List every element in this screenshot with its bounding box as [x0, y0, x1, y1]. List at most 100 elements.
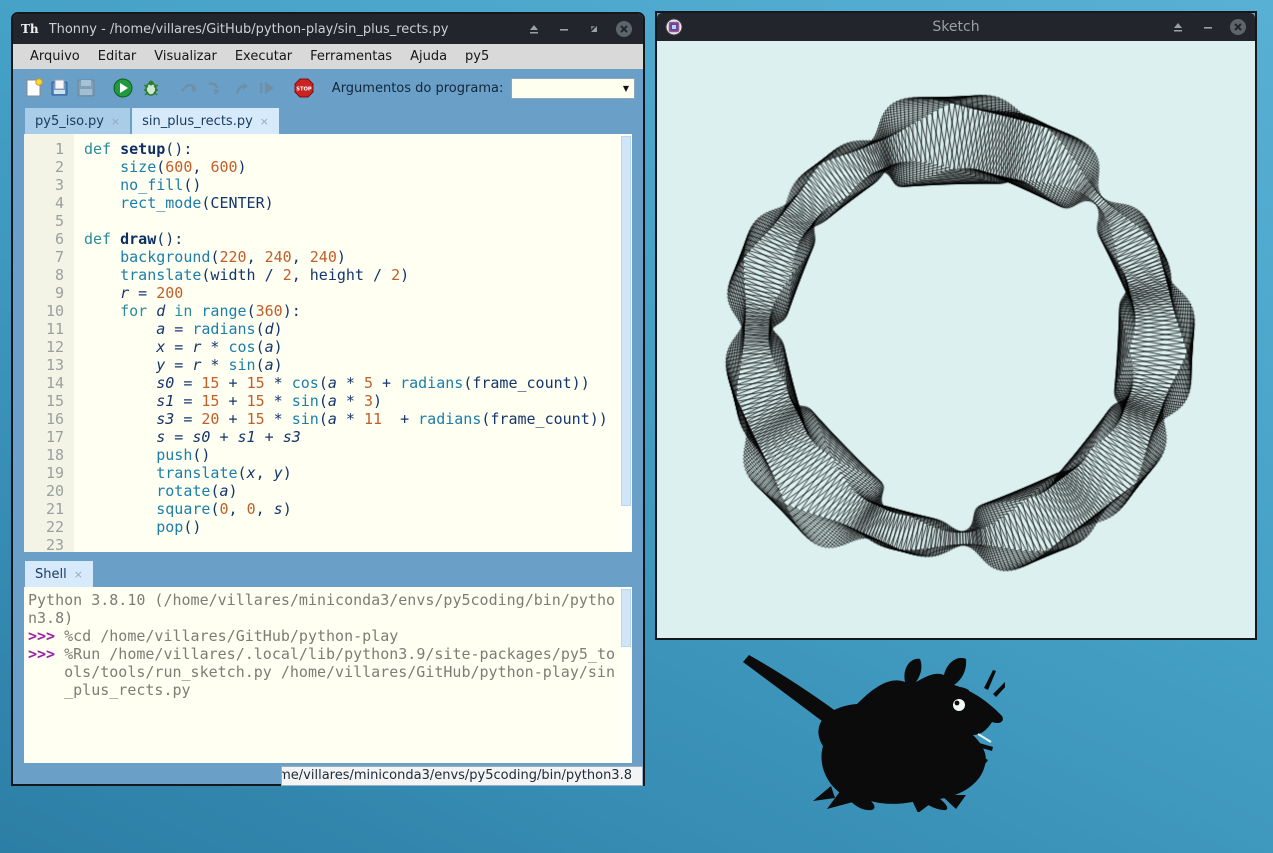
line-number: 17 [45, 428, 64, 446]
new-file-button[interactable] [24, 76, 44, 100]
code-line: push() [156, 446, 211, 464]
combobox-arrow-icon[interactable]: ▼ [623, 84, 629, 93]
sketch-titlebar[interactable]: Sketch [657, 13, 1255, 41]
editor-tabstrip: py5_iso.py × sin_plus_rects.py × [13, 107, 643, 134]
line-number: 20 [45, 482, 64, 500]
editor-tab-py5_iso.py[interactable]: py5_iso.py × [25, 108, 131, 134]
shell-prompt: >>> [28, 627, 65, 645]
tab-close-icon[interactable]: × [111, 115, 120, 128]
code-line: s3 = 20 + 15 * sin(a * 11 + radians(fram… [156, 410, 608, 428]
step-out-button[interactable] [231, 76, 251, 100]
menu-item-visualizar[interactable]: Visualizar [145, 46, 226, 67]
menu-item-arquivo[interactable]: Arquivo [21, 46, 89, 67]
program-args-label: Argumentos do programa: [331, 80, 504, 96]
code-line: pop() [156, 518, 202, 536]
code-line: rotate(a) [156, 482, 238, 500]
debug-button[interactable] [140, 76, 162, 100]
line-number: 2 [54, 158, 64, 176]
code-line: translate(width / 2, height / 2) [120, 266, 410, 284]
shell-tab-label: Shell [35, 566, 67, 582]
shade-button[interactable] [523, 18, 545, 40]
thonny-window-title: Thonny - /home/villares/GitHub/python-pl… [48, 21, 449, 37]
line-number: 15 [45, 392, 64, 410]
interpreter-path: /home/villares/miniconda3/envs/py5coding… [281, 765, 643, 786]
step-over-button[interactable] [179, 76, 199, 100]
menu-item-editar[interactable]: Editar [89, 46, 146, 67]
open-file-button[interactable] [50, 76, 70, 100]
code-line: no_fill() [120, 176, 202, 194]
line-number: 1 [54, 140, 64, 158]
line-number: 22 [45, 518, 64, 536]
py5-sketch-canvas [657, 41, 1255, 638]
editor-tab-sin_plus_rects.py[interactable]: sin_plus_rects.py × [132, 108, 279, 134]
code-area[interactable]: def setup(): size(600, 600) no_fill() re… [74, 134, 620, 552]
close-button[interactable] [613, 18, 635, 40]
line-number: 16 [45, 410, 64, 428]
shell-tab[interactable]: Shell × [25, 561, 93, 587]
maximize-button[interactable] [583, 18, 605, 40]
shell-command: >>> %Run /home/villares/.local/lib/pytho… [28, 645, 616, 699]
line-number: 3 [54, 176, 64, 194]
resume-button[interactable] [257, 76, 277, 100]
shell-banner: Python 3.8.10 (/home/villares/miniconda3… [28, 591, 615, 627]
code-editor[interactable]: 1 2 3 4 5 6 7 8 9 10 11 12 13 14 15 16 17 18 19 20 21 22 23 de… [24, 134, 632, 552]
thonny-titlebar[interactable]: Th Thonny - /home/villares/GitHub/python… [13, 14, 643, 44]
sketch-close-button[interactable] [1227, 16, 1249, 38]
thonny-app-icon: Th [21, 22, 39, 36]
code-line: for d in range(360): [120, 302, 301, 320]
line-number: 14 [45, 374, 64, 392]
line-number: 4 [54, 194, 64, 212]
code-line: rect_mode(CENTER) [120, 194, 274, 212]
code-line: square(0, 0, s) [156, 500, 292, 518]
menu-item-py5[interactable]: py5 [456, 46, 498, 67]
menu-item-ajuda[interactable]: Ajuda [401, 46, 456, 67]
editor-scrollbar-thumb[interactable] [621, 136, 631, 506]
line-number: 12 [45, 338, 64, 356]
thonny-window: Th Thonny - /home/villares/GitHub/python… [11, 12, 645, 786]
line-number: 6 [54, 230, 64, 248]
code-line: s0 = 15 + 15 * cos(a * 5 + radians(frame… [156, 374, 590, 392]
tab-close-icon[interactable]: × [260, 115, 269, 128]
code-line: background(220, 240, 240) [120, 248, 346, 266]
shell-tab-close-icon[interactable]: × [74, 568, 83, 581]
tab-label: sin_plus_rects.py [142, 113, 253, 129]
code-line: r = 200 [120, 284, 184, 302]
sketch-app-icon [665, 18, 683, 36]
shell-scrollbar[interactable] [620, 587, 632, 763]
menu-item-executar[interactable]: Executar [226, 46, 301, 67]
save-file-button[interactable] [76, 76, 96, 100]
svg-text:STOP: STOP [296, 87, 312, 93]
sketch-shade-button[interactable] [1167, 16, 1189, 38]
run-button[interactable] [112, 76, 134, 100]
line-number: 13 [45, 356, 64, 374]
minimize-button[interactable] [553, 18, 575, 40]
line-number: 23 [45, 536, 64, 552]
menubar: Arquivo Editar Visualizar Executar Ferrament… [13, 44, 643, 69]
shell-panel[interactable]: Python 3.8.10 (/home/villares/miniconda3… [24, 587, 632, 763]
shell-scrollbar-thumb[interactable] [621, 589, 631, 647]
sketch-window-title: Sketch [932, 19, 980, 35]
shell-command: >>> %cd /home/villares/GitHub/python-pla… [28, 627, 399, 645]
code-line: y = r * sin(a) [156, 356, 283, 374]
code-line: translate(x, y) [156, 464, 292, 482]
step-into-button[interactable] [205, 76, 225, 100]
line-number: 11 [45, 320, 64, 338]
stop-button[interactable]: STOP [293, 76, 315, 100]
wallpaper-mouse-art [743, 655, 1005, 812]
line-number: 19 [45, 464, 64, 482]
program-args-combobox[interactable]: ▼ [511, 77, 635, 99]
code-line: def draw(): [84, 230, 184, 248]
code-line: size(600, 600) [120, 158, 247, 176]
tab-label: py5_iso.py [35, 113, 104, 129]
line-number: 8 [54, 266, 64, 284]
statusbar: /home/villares/miniconda3/envs/py5coding… [13, 763, 643, 786]
shell-output[interactable]: Python 3.8.10 (/home/villares/miniconda3… [24, 587, 620, 763]
code-line: a = radians(d) [156, 320, 283, 338]
sketch-minimize-button[interactable] [1197, 16, 1219, 38]
line-number: 5 [54, 212, 64, 230]
menu-item-ferramentas[interactable]: Ferramentas [301, 46, 401, 67]
editor-scrollbar[interactable] [620, 134, 632, 552]
code-line: s = s0 + s1 + s3 [156, 428, 301, 446]
